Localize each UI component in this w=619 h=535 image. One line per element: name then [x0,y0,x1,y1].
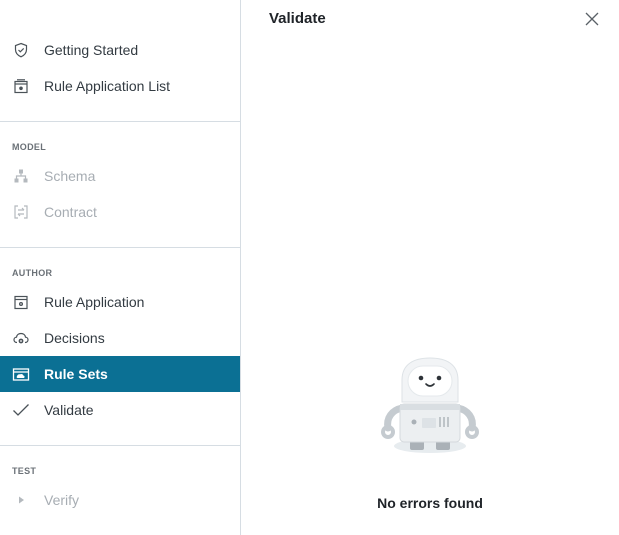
section-divider [0,445,240,446]
sidebar-item-label: Rule Application List [44,78,171,94]
sidebar-border [240,0,241,535]
section-header-model: MODEL [12,142,46,152]
section-header-test: TEST [12,466,37,476]
sidebar-item-decisions[interactable]: Decisions [0,320,240,356]
robot-icon [376,354,484,458]
sidebar-item-label: Verify [44,492,80,508]
decisions-icon [12,329,30,347]
sidebar-item-label: Getting Started [44,42,139,58]
rule-app-list-icon [12,77,30,95]
close-icon [585,12,599,26]
sidebar-item-label: Rule Sets [44,366,108,382]
sidebar-item-contract[interactable]: Contract [0,194,240,230]
sidebar-item-rule-application-list[interactable]: Rule Application List [0,68,240,104]
sidebar-item-validate[interactable]: Validate [0,392,240,428]
sidebar-item-verify[interactable]: Verify [0,482,240,518]
section-header-author: AUTHOR [12,268,53,278]
shield-check-icon [12,41,30,59]
app-window: Getting Started Rule Application List MO… [0,0,619,535]
sidebar-item-rule-application[interactable]: Rule Application [0,284,240,320]
close-button[interactable] [583,10,601,28]
section-divider [0,121,240,122]
sidebar-item-label: Rule Application [44,294,145,310]
panel-title: Validate [269,10,326,27]
play-icon [12,491,30,509]
rule-application-icon [12,293,30,311]
sidebar-item-rule-sets[interactable]: Rule Sets [0,356,240,392]
section-divider [0,247,240,248]
sidebar-item-getting-started[interactable]: Getting Started [0,32,240,68]
sidebar-item-label: Contract [44,204,97,220]
schema-icon [12,167,30,185]
checkmark-icon [12,401,30,419]
sidebar-item-label: Validate [44,402,94,418]
sidebar-item-label: Schema [44,168,96,184]
contract-icon [12,203,30,221]
rule-sets-icon [12,365,30,383]
sidebar: Getting Started Rule Application List MO… [0,0,240,535]
sidebar-item-label: Decisions [44,330,105,346]
sidebar-item-schema[interactable]: Schema [0,158,240,194]
empty-state-message: No errors found [377,495,483,511]
